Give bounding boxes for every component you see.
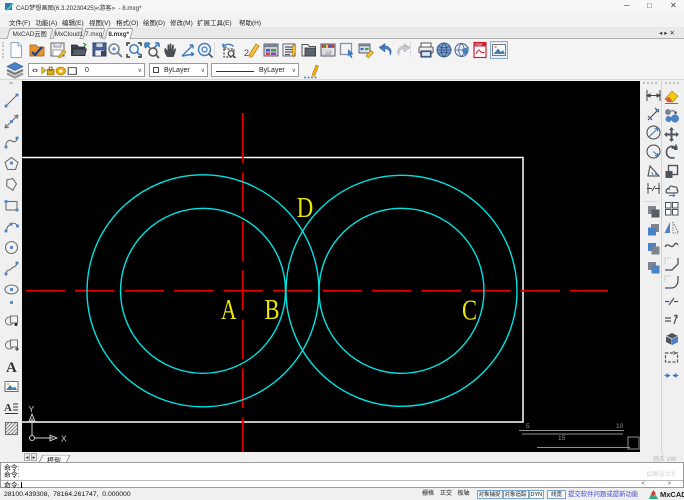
svg-text:10: 10	[616, 423, 624, 430]
svg-text:A: A	[6, 360, 17, 375]
svg-text:X: X	[61, 434, 67, 444]
svg-text:5: 5	[526, 423, 530, 430]
svg-text:A: A	[221, 295, 237, 326]
svg-text:D: D	[297, 193, 314, 224]
svg-text:PDF: PDF	[476, 43, 483, 47]
svg-text:B: B	[265, 295, 280, 326]
svg-text:C: C	[462, 295, 477, 326]
svg-text:A: A	[4, 402, 12, 414]
svg-text:15: 15	[558, 435, 566, 442]
svg-text:Y: Y	[29, 404, 35, 414]
svg-text:2: 2	[244, 48, 249, 58]
